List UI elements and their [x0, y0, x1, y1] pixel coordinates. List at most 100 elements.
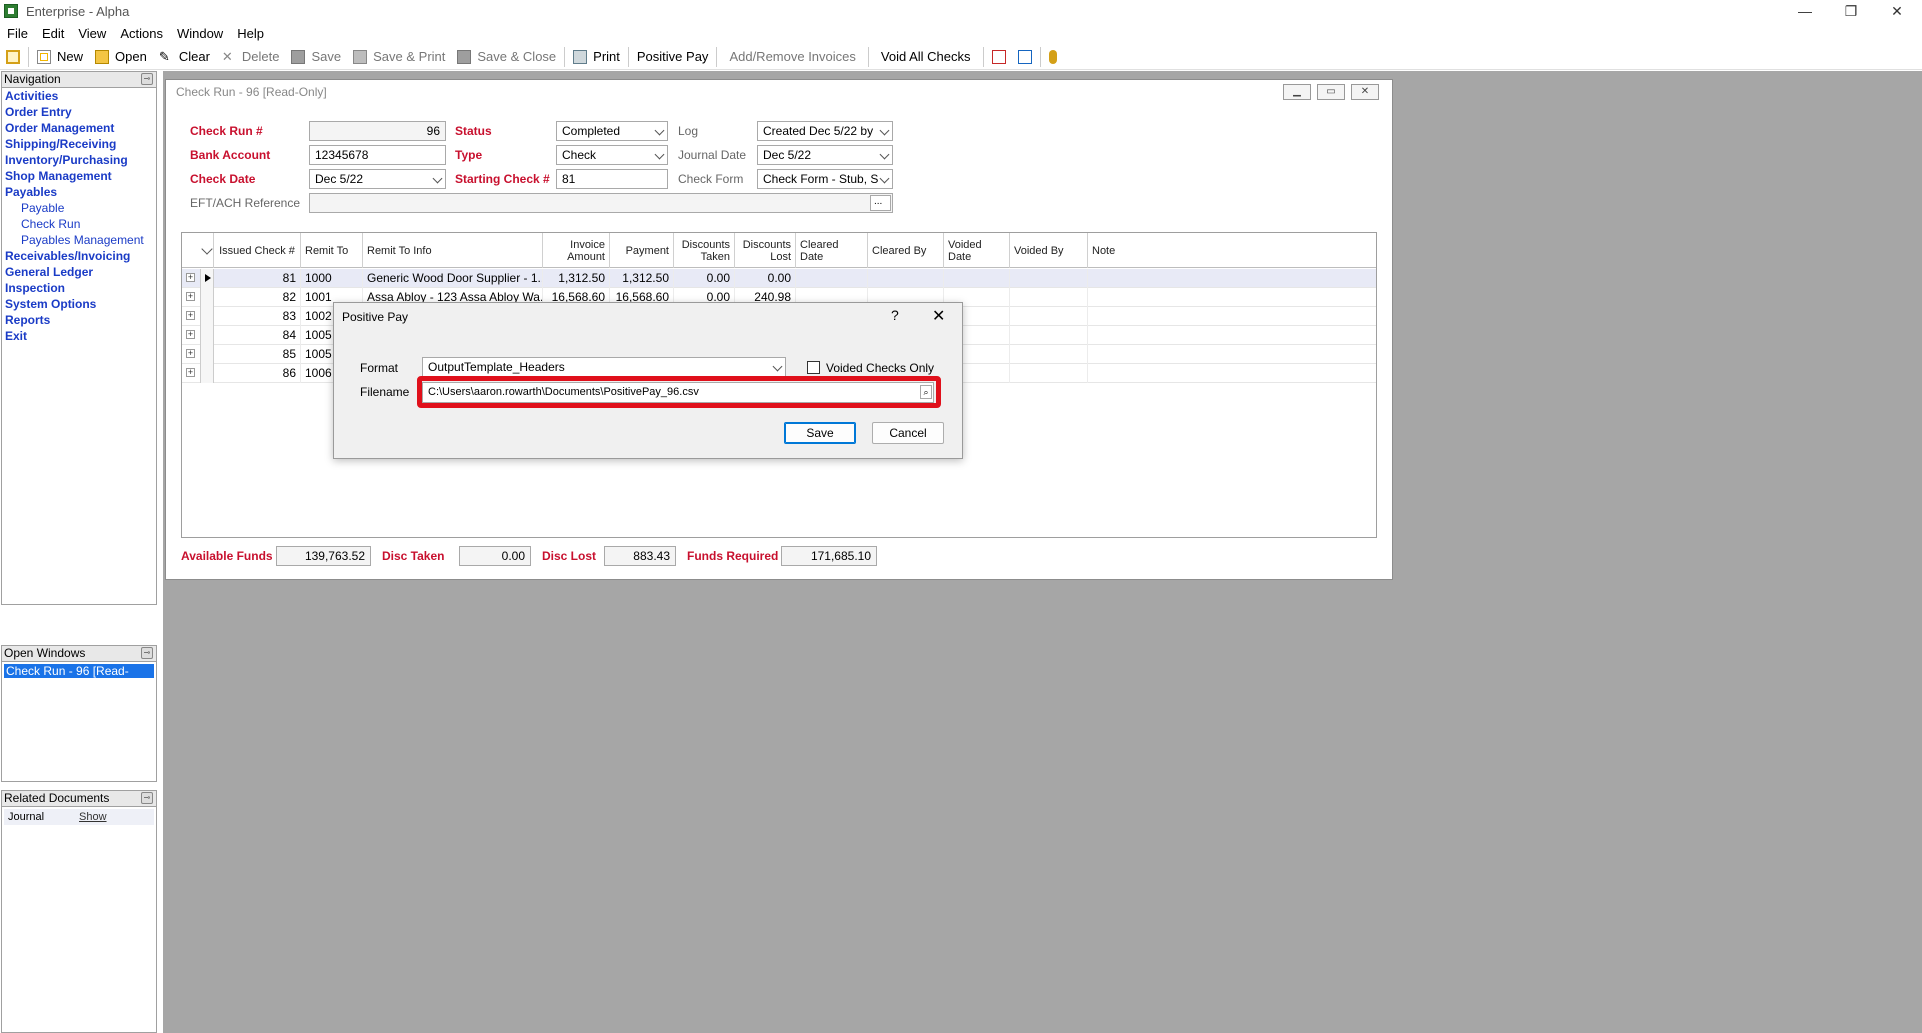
- check-run-field[interactable]: 96: [309, 121, 446, 141]
- row-indicator[interactable]: [200, 307, 214, 326]
- attachment-icon[interactable]: [1043, 46, 1063, 68]
- add-remove-invoices-button[interactable]: Add/Remove Invoices: [719, 46, 865, 68]
- journal-date-field[interactable]: Dec 5/22: [757, 145, 893, 165]
- table-row[interactable]: +81 1000 Generic Wood Door Supplier - 1...…: [182, 269, 1376, 288]
- minimize-icon[interactable]: —: [1782, 0, 1828, 22]
- restore-icon[interactable]: ❐: [1828, 0, 1874, 22]
- expand-row-icon[interactable]: +: [186, 368, 195, 377]
- expand-row-icon[interactable]: +: [186, 311, 195, 320]
- clear-button[interactable]: ✎ Clear: [153, 46, 216, 68]
- bank-account-field[interactable]: 12345678: [309, 145, 446, 165]
- print-button[interactable]: Print: [567, 46, 626, 68]
- log-dropdown[interactable]: Created Dec 5/22 by: [757, 121, 893, 141]
- menu-actions[interactable]: Actions: [113, 26, 170, 41]
- pin-icon[interactable]: ⊸: [141, 647, 153, 659]
- menu-view[interactable]: View: [71, 26, 113, 41]
- save-button[interactable]: Save: [285, 46, 347, 68]
- header-remit-info[interactable]: Remit To Info: [363, 233, 543, 268]
- eft-browse-button[interactable]: ...: [870, 195, 891, 211]
- header-cleared-date[interactable]: Cleared Date: [796, 233, 868, 268]
- menu-edit[interactable]: Edit: [35, 26, 71, 41]
- child-minimize-icon[interactable]: ▁: [1283, 84, 1311, 100]
- nav-inspection[interactable]: Inspection: [2, 280, 156, 296]
- delete-button[interactable]: ✕ Delete: [216, 46, 286, 68]
- eft-reference-field[interactable]: [309, 193, 893, 213]
- header-payment[interactable]: Payment: [610, 233, 674, 268]
- check-date-field[interactable]: Dec 5/22: [309, 169, 446, 189]
- save-close-button[interactable]: Save & Close: [451, 46, 562, 68]
- header-voided-by[interactable]: Voided By: [1010, 233, 1088, 268]
- nav-payables-management[interactable]: Payables Management: [2, 232, 156, 248]
- nav-activities[interactable]: Activities: [2, 88, 156, 104]
- related-documents-panel: Related Documents ⊸ Journal Show: [1, 790, 157, 1033]
- nav-inventory-purchasing[interactable]: Inventory/Purchasing: [2, 152, 156, 168]
- nav-exit[interactable]: Exit: [2, 328, 156, 344]
- save-print-button[interactable]: Save & Print: [347, 46, 451, 68]
- expand-row-icon[interactable]: +: [186, 273, 195, 282]
- chevron-down-icon[interactable]: [880, 126, 890, 136]
- positive-pay-button[interactable]: Positive Pay: [631, 46, 715, 68]
- nav-check-run[interactable]: Check Run: [2, 216, 156, 232]
- checklist-icon[interactable]: [1012, 46, 1038, 68]
- row-indicator[interactable]: [200, 345, 214, 364]
- header-voided-date[interactable]: Voided Date: [944, 233, 1010, 268]
- nav-receivables-invoicing[interactable]: Receivables/Invoicing: [2, 248, 156, 264]
- chevron-down-icon[interactable]: [880, 150, 890, 160]
- save-button[interactable]: Save: [784, 422, 856, 444]
- nav-order-entry[interactable]: Order Entry: [2, 104, 156, 120]
- void-all-checks-button[interactable]: Void All Checks: [871, 46, 981, 68]
- header-issued-check[interactable]: Issued Check #: [214, 233, 301, 268]
- title-bar: Enterprise - Alpha — ❐ ✕: [0, 0, 1922, 22]
- chevron-down-icon[interactable]: [655, 150, 665, 160]
- related-doc-show-link[interactable]: Show: [79, 809, 107, 825]
- row-indicator[interactable]: [200, 288, 214, 307]
- nav-shop-management[interactable]: Shop Management: [2, 168, 156, 184]
- open-button[interactable]: Open: [89, 46, 153, 68]
- child-maximize-icon[interactable]: ▭: [1317, 84, 1345, 100]
- header-discounts-taken[interactable]: Discounts Taken: [674, 233, 735, 268]
- menu-help[interactable]: Help: [230, 26, 271, 41]
- expand-row-icon[interactable]: +: [186, 349, 195, 358]
- type-dropdown[interactable]: Check: [556, 145, 668, 165]
- report-icon[interactable]: [986, 46, 1012, 68]
- expand-row-icon[interactable]: +: [186, 330, 195, 339]
- header-discounts-lost[interactable]: Discounts Lost: [735, 233, 796, 268]
- row-indicator[interactable]: [200, 364, 214, 383]
- nav-toggle-button[interactable]: [0, 46, 26, 68]
- select-all-icon[interactable]: [200, 233, 214, 268]
- child-close-icon[interactable]: ✕: [1351, 84, 1379, 100]
- nav-payables[interactable]: Payables: [2, 184, 156, 200]
- chevron-down-icon[interactable]: [773, 362, 783, 372]
- menu-window[interactable]: Window: [170, 26, 230, 41]
- header-invoice-amount[interactable]: Invoice Amount: [543, 233, 610, 268]
- open-window-item[interactable]: Check Run - 96 [Read-Only]: [4, 664, 154, 692]
- close-icon[interactable]: ✕: [932, 306, 945, 326]
- cancel-button[interactable]: Cancel: [872, 422, 944, 444]
- chevron-down-icon[interactable]: [433, 174, 443, 184]
- help-icon[interactable]: ?: [891, 307, 899, 323]
- nav-shipping-receiving[interactable]: Shipping/Receiving: [2, 136, 156, 152]
- nav-general-ledger[interactable]: General Ledger: [2, 264, 156, 280]
- nav-order-management[interactable]: Order Management: [2, 120, 156, 136]
- chevron-down-icon[interactable]: [655, 126, 665, 136]
- starting-check-field[interactable]: 81: [556, 169, 668, 189]
- chevron-down-icon[interactable]: [880, 174, 890, 184]
- header-note[interactable]: Note: [1088, 233, 1376, 268]
- row-indicator[interactable]: [200, 269, 214, 288]
- header-remit-to[interactable]: Remit To: [301, 233, 363, 268]
- new-button[interactable]: New: [31, 46, 89, 68]
- close-icon[interactable]: ✕: [1874, 0, 1920, 22]
- header-cleared-by[interactable]: Cleared By: [868, 233, 944, 268]
- expand-row-icon[interactable]: +: [186, 292, 195, 301]
- menu-file[interactable]: File: [0, 26, 35, 41]
- format-dropdown[interactable]: OutputTemplate_Headers: [422, 357, 786, 378]
- row-indicator[interactable]: [200, 326, 214, 345]
- status-dropdown[interactable]: Completed: [556, 121, 668, 141]
- nav-payable[interactable]: Payable: [2, 200, 156, 216]
- voided-checks-only-checkbox[interactable]: [807, 361, 820, 374]
- nav-system-options[interactable]: System Options: [2, 296, 156, 312]
- nav-reports[interactable]: Reports: [2, 312, 156, 328]
- pin-icon[interactable]: ⊸: [141, 73, 153, 85]
- pin-icon[interactable]: ⊸: [141, 792, 153, 804]
- check-form-dropdown[interactable]: Check Form - Stub, S: [757, 169, 893, 189]
